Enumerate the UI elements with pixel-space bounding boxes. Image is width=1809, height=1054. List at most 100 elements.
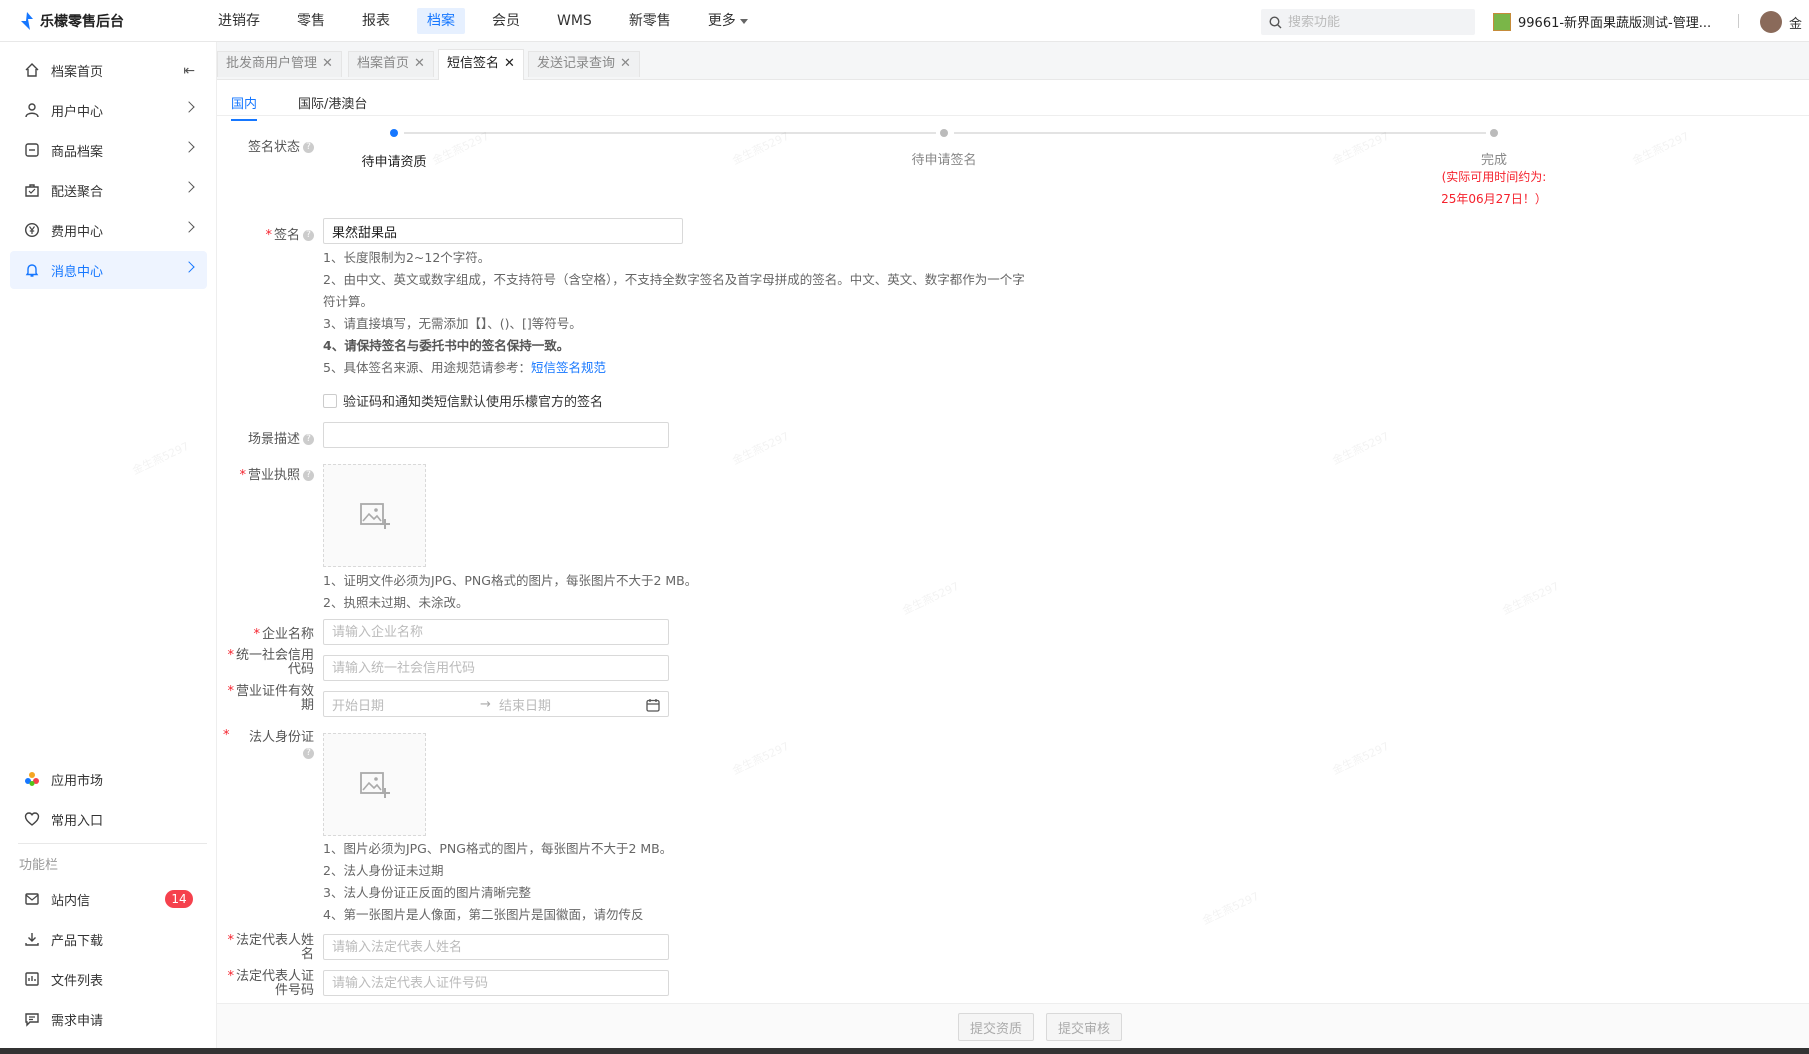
- idcard-upload[interactable]: [323, 733, 426, 836]
- submit-qualification-button[interactable]: 提交资质: [958, 1013, 1035, 1041]
- sidebar-item-inbox[interactable]: 站内信 14: [10, 880, 207, 918]
- user-name[interactable]: 金: [1789, 13, 1802, 32]
- nav-wms[interactable]: WMS: [547, 8, 602, 34]
- sidebar-item-goods[interactable]: 商品档案: [10, 131, 207, 169]
- official-signature-option[interactable]: 验证码和通知类短信默认使用乐檬官方的签名: [323, 391, 603, 410]
- tab-archive-home[interactable]: 档案首页 ✕: [348, 51, 434, 77]
- hint-line-bold: 4、请保持签名与委托书中的签名保持一致。: [323, 335, 1143, 357]
- scene-description-input[interactable]: [323, 422, 669, 448]
- hint-line: 3、请直接填写，无需添加【】、()、[]等符号。: [323, 316, 582, 331]
- calendar-icon[interactable]: [646, 698, 660, 712]
- credit-label-line: * 统一社会信用: [227, 648, 314, 663]
- nav-retail[interactable]: 零售: [287, 8, 335, 34]
- close-icon[interactable]: ✕: [620, 56, 631, 71]
- divider: [1738, 14, 1739, 28]
- tab-domestic[interactable]: 国内: [231, 93, 258, 121]
- credit-label-text: 统一社会信用: [235, 648, 314, 663]
- chevron-right-icon: [183, 181, 195, 193]
- hint-text: 5、具体签名来源、用途规范请参考：: [323, 360, 531, 375]
- end-date-input[interactable]: 结束日期: [499, 695, 551, 714]
- scene-label-text: 场景描述: [247, 432, 300, 447]
- sidebar-item-label: 应用市场: [51, 773, 104, 789]
- sidebar-item-user-center[interactable]: 用户中心: [10, 91, 207, 129]
- yen-icon: [23, 221, 41, 239]
- sidebar-item-label: 文件列表: [51, 973, 104, 989]
- sidebar-item-file-list[interactable]: 文件列表: [10, 960, 207, 998]
- hint-bold-text: 4、请保持签名与委托书中的签名保持一致。: [323, 338, 570, 353]
- nav-archives[interactable]: 档案: [417, 8, 465, 34]
- tab-send-records[interactable]: 发送记录查询 ✕: [528, 51, 640, 77]
- sidebar-item-archive-home[interactable]: 档案首页 ⇤: [10, 51, 207, 89]
- user-avatar[interactable]: [1760, 11, 1782, 33]
- request-icon: [23, 1010, 41, 1028]
- submit-review-button[interactable]: 提交审核: [1046, 1013, 1123, 1041]
- sidebar-divider: [18, 843, 207, 844]
- hint-line: 2、法人身份证未过期: [323, 863, 444, 878]
- legal-rep-id-input[interactable]: [323, 970, 669, 996]
- sidebar-item-messages[interactable]: 消息中心: [10, 251, 207, 289]
- tab-label: 档案首页: [357, 56, 410, 71]
- nav-reports[interactable]: 报表: [352, 8, 400, 34]
- company-name-input[interactable]: [323, 619, 669, 645]
- close-icon[interactable]: ✕: [322, 56, 333, 71]
- help-icon[interactable]: ?: [303, 748, 314, 759]
- sidebar-item-label: 用户中心: [51, 104, 104, 120]
- chevron-right-icon: [183, 221, 195, 233]
- image-upload-icon: [359, 771, 390, 798]
- app-market-icon: [23, 770, 41, 788]
- help-icon[interactable]: ?: [303, 230, 314, 241]
- tab-label: 短信签名: [447, 56, 500, 71]
- tab-international[interactable]: 国际/港澳台: [298, 93, 367, 112]
- nav-inventory[interactable]: 进销存: [208, 8, 270, 34]
- license-label-text: 营业执照: [247, 468, 300, 483]
- sms-signature-spec-link[interactable]: 短信签名规范: [531, 360, 606, 375]
- nav-new-retail[interactable]: 新零售: [619, 8, 681, 34]
- help-icon[interactable]: ?: [303, 470, 314, 481]
- credit-code-input[interactable]: [323, 655, 669, 681]
- home-icon: [23, 61, 41, 79]
- idcard-hints: 1、图片必须为JPG、PNG格式的图片，每张图片不大于2 MB。 2、法人身份证…: [323, 838, 923, 926]
- sidebar-item-downloads[interactable]: 产品下载: [10, 920, 207, 958]
- sign-label-text: 签名: [273, 228, 300, 243]
- sidebar-item-fees[interactable]: 费用中心: [10, 211, 207, 249]
- caret-down-icon: [739, 18, 748, 24]
- app-logo[interactable]: 乐檬零售后台: [20, 10, 124, 32]
- step-note: (实际可用时间约为: 25年06月27日！）: [1404, 166, 1584, 210]
- sidebar-item-label: 商品档案: [51, 144, 104, 160]
- step-label-1: 待申请资质: [361, 155, 427, 170]
- sidebar-item-requests[interactable]: 需求申请: [10, 1000, 207, 1038]
- tab-wholesale-users[interactable]: 批发商用户管理 ✕: [217, 51, 342, 77]
- start-date-input[interactable]: 开始日期: [332, 695, 384, 714]
- nav-more[interactable]: 更多: [698, 8, 758, 34]
- sidebar-item-label: 常用入口: [51, 813, 104, 829]
- tab-label: 批发商用户管理: [226, 56, 318, 71]
- mail-icon: [23, 890, 41, 908]
- legal-rep-name-input[interactable]: [323, 934, 669, 960]
- arrow-right-icon: →: [480, 696, 491, 712]
- search-box[interactable]: [1261, 9, 1475, 35]
- close-icon[interactable]: ✕: [504, 56, 515, 71]
- store-selector[interactable]: 99661-新界面果蔬版测试-管理...: [1493, 12, 1711, 31]
- image-upload-icon: [359, 502, 390, 529]
- help-icon[interactable]: ?: [303, 434, 314, 445]
- tab-sms-signature[interactable]: 短信签名 ✕: [438, 49, 524, 80]
- goods-icon: [23, 141, 41, 159]
- hint-line: 1、证明文件必须为JPG、PNG格式的图片，每张图片不大于2 MB。: [323, 573, 698, 588]
- signature-input[interactable]: [323, 218, 683, 244]
- validity-date-range[interactable]: 开始日期 → 结束日期: [323, 691, 669, 717]
- rep-id-label: * 法定代表人证 件号码: [217, 970, 314, 998]
- status-label-text: 签名状态: [247, 140, 300, 155]
- search-input[interactable]: [1288, 14, 1468, 30]
- official-signature-checkbox[interactable]: [323, 393, 337, 408]
- help-icon[interactable]: ?: [303, 142, 314, 153]
- heart-icon: [23, 810, 41, 828]
- nav-members[interactable]: 会员: [482, 8, 530, 34]
- license-upload[interactable]: [323, 464, 426, 567]
- page-tabs-bar: 批发商用户管理 ✕ 档案首页 ✕ 短信签名 ✕ 发送记录查询 ✕: [217, 42, 1809, 80]
- sidebar-item-favorites[interactable]: 常用入口: [10, 800, 207, 838]
- sidebar-item-delivery[interactable]: 配送聚合: [10, 171, 207, 209]
- collapse-sidebar-icon[interactable]: ⇤: [183, 63, 195, 79]
- close-icon[interactable]: ✕: [414, 56, 425, 71]
- idcard-label-text: 法人身份证: [248, 730, 314, 745]
- sidebar-item-app-market[interactable]: 应用市场: [10, 760, 207, 798]
